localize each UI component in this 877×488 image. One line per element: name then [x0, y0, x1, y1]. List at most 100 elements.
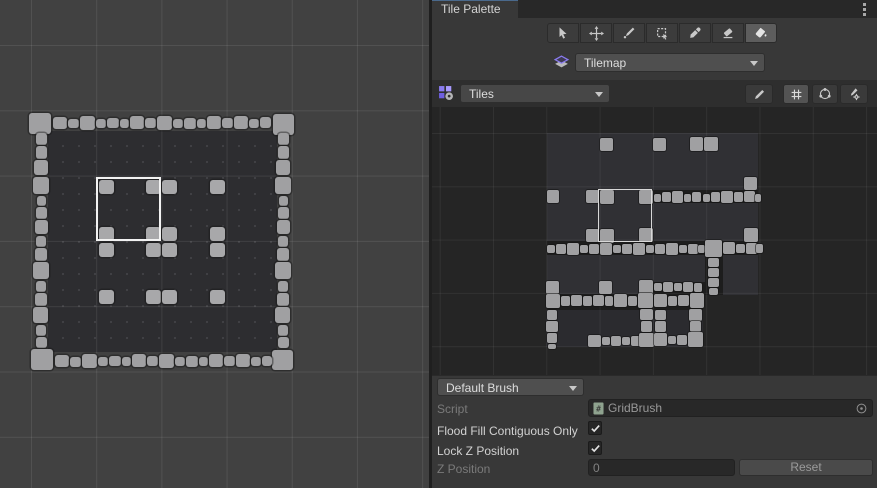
floor-tile[interactable] [210, 180, 225, 194]
floor-tile[interactable] [146, 290, 161, 304]
palette-tile[interactable] [692, 192, 701, 202]
tab-tile-palette[interactable]: Tile Palette [432, 0, 518, 18]
floor-tile[interactable] [99, 290, 114, 304]
wall-tile[interactable] [273, 114, 294, 135]
palette-tile[interactable] [593, 295, 604, 306]
palette-tile[interactable] [666, 243, 678, 255]
palette-tile[interactable] [654, 294, 667, 307]
wall-tile[interactable] [145, 118, 156, 128]
palette-tile[interactable] [711, 192, 720, 202]
wall-tile[interactable] [70, 357, 81, 367]
palette-tile[interactable] [599, 281, 612, 294]
fill-tool-button[interactable] [745, 23, 777, 43]
palette-tile[interactable] [677, 335, 687, 345]
paint-tool-button[interactable] [613, 23, 645, 43]
lock-z-checkbox[interactable] [588, 441, 602, 455]
wall-tile[interactable] [122, 357, 131, 366]
palette-tile[interactable] [698, 245, 705, 253]
palette-tile[interactable] [639, 333, 654, 347]
palette-tile[interactable] [613, 245, 621, 253]
palette-tile[interactable] [744, 177, 757, 190]
palette-tile[interactable] [580, 245, 588, 253]
wall-tile[interactable] [207, 116, 221, 129]
palette-tile[interactable] [662, 192, 671, 202]
wall-tile[interactable] [276, 160, 290, 175]
wall-tile[interactable] [278, 207, 289, 219]
gizmos-toggle-button[interactable] [812, 84, 838, 104]
brush-dropdown[interactable]: Default Brush [437, 378, 584, 396]
palette-tile[interactable] [708, 268, 719, 277]
palette-tile[interactable] [654, 194, 661, 202]
z-position-input[interactable]: 0 [588, 459, 735, 476]
palette-tile[interactable] [690, 321, 701, 332]
wall-tile[interactable] [36, 207, 47, 219]
palette-tile[interactable] [744, 228, 758, 242]
wall-tile[interactable] [29, 113, 51, 134]
wall-tile[interactable] [234, 116, 248, 129]
wall-tile[interactable] [197, 119, 206, 128]
palette-tile[interactable] [736, 244, 745, 253]
palette-tile[interactable] [583, 296, 592, 306]
wall-tile[interactable] [173, 119, 183, 128]
palette-tile[interactable] [547, 245, 555, 253]
wall-tile[interactable] [36, 146, 47, 159]
wall-tile[interactable] [34, 160, 48, 175]
script-object-field[interactable]: # GridBrush [588, 399, 873, 417]
palette-canvas[interactable] [432, 107, 877, 375]
wall-tile[interactable] [37, 196, 46, 206]
palette-tile[interactable] [668, 336, 676, 344]
reset-button[interactable]: Reset [739, 459, 873, 476]
palette-tile[interactable] [668, 296, 677, 306]
wall-tile[interactable] [120, 119, 129, 128]
palette-tile[interactable] [605, 296, 613, 306]
palette-tile[interactable] [546, 321, 558, 332]
wall-tile[interactable] [80, 116, 95, 130]
wall-tile[interactable] [277, 220, 290, 234]
palette-tile[interactable] [690, 137, 703, 151]
grid-toggle-button[interactable] [783, 84, 809, 104]
palette-tile[interactable] [602, 337, 610, 345]
palette-tile[interactable] [547, 310, 557, 320]
palette-tile[interactable] [689, 309, 702, 321]
palette-tile[interactable] [663, 282, 673, 292]
palette-tile[interactable] [646, 245, 654, 253]
wall-tile[interactable] [186, 356, 198, 367]
palette-tile[interactable] [690, 293, 704, 308]
wall-tile[interactable] [278, 337, 289, 348]
floor-tile[interactable] [210, 227, 225, 241]
wall-tile[interactable] [260, 117, 271, 128]
wall-tile[interactable] [55, 355, 69, 367]
palette-tile[interactable] [744, 191, 755, 202]
wall-tile[interactable] [199, 357, 208, 366]
palette-tile[interactable] [611, 336, 621, 346]
palette-tile[interactable] [571, 295, 582, 306]
palette-tile[interactable] [546, 294, 560, 308]
wall-tile[interactable] [33, 262, 49, 279]
wall-tile[interactable] [275, 262, 291, 279]
pick-tool-button[interactable] [679, 23, 711, 43]
palette-tile[interactable] [655, 244, 665, 254]
wall-tile[interactable] [278, 281, 288, 292]
wall-tile[interactable] [262, 356, 272, 366]
wall-tile[interactable] [279, 196, 288, 206]
palette-tile[interactable] [638, 293, 653, 308]
wall-tile[interactable] [68, 119, 79, 128]
wall-tile[interactable] [157, 116, 172, 130]
palette-tile[interactable] [622, 244, 632, 254]
palette-tile[interactable] [688, 244, 698, 254]
wall-tile[interactable] [36, 236, 46, 247]
wall-tile[interactable] [184, 118, 196, 129]
wall-tile[interactable] [35, 248, 47, 261]
box-fill-tool-button[interactable] [646, 23, 678, 43]
wall-tile[interactable] [33, 177, 49, 194]
erase-tool-button[interactable] [712, 23, 744, 43]
tilemap-dropdown[interactable]: Tilemap [575, 53, 765, 72]
palette-tile[interactable] [708, 258, 719, 267]
palette-tile[interactable] [655, 321, 666, 332]
palette-tile[interactable] [655, 310, 666, 320]
palette-tile[interactable] [709, 288, 718, 295]
palette-tile[interactable] [600, 243, 612, 255]
palette-tile[interactable] [688, 332, 703, 347]
palette-tile[interactable] [734, 192, 743, 202]
palette-tile[interactable] [705, 240, 722, 257]
